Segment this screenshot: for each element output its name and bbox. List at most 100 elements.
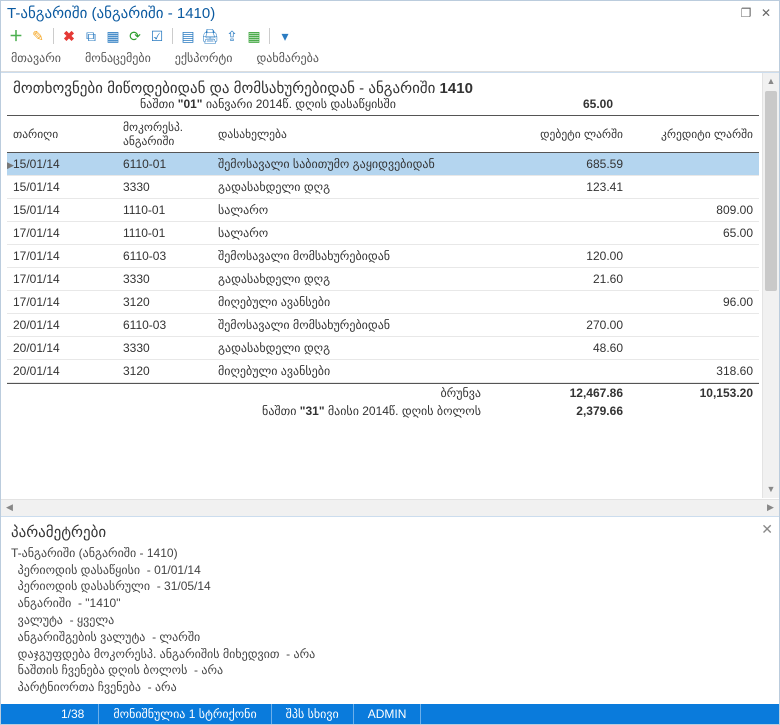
cell-credit xyxy=(629,314,759,337)
cell-acc: 3330 xyxy=(117,176,212,199)
param-line: ვალუტა - ყველა xyxy=(11,612,769,629)
col-credit[interactable]: კრედიტი ლარში xyxy=(629,116,759,153)
table-row[interactable]: 15/01/143330გადასახდელი დღგ123.41 xyxy=(7,176,759,199)
col-debit[interactable]: დებეტი ლარში xyxy=(499,116,629,153)
cell-desc: შემოსავალი მომსახურებიდან xyxy=(212,314,499,337)
edit-icon[interactable]: ✎ xyxy=(29,27,47,45)
param-line: პერიოდის დასაწყისი - 01/01/14 xyxy=(11,562,769,579)
table-row[interactable]: ▶15/01/146110-01შემოსავალი საბითუმო გაყი… xyxy=(7,153,759,176)
cell-credit: 318.60 xyxy=(629,360,759,383)
toolbar-sep xyxy=(269,28,270,44)
excel-icon[interactable]: ▦ xyxy=(245,27,263,45)
cell-desc: მიღებული ავანსები xyxy=(212,291,499,314)
delete-icon[interactable]: ✖ xyxy=(60,27,78,45)
turnover-credit: 10,153.20 xyxy=(623,386,753,400)
cell-credit xyxy=(629,176,759,199)
cell-debit xyxy=(499,360,629,383)
report-icon[interactable]: ▤ xyxy=(179,27,197,45)
turnover-debit: 12,467.86 xyxy=(493,386,623,400)
col-account[interactable]: მოკორესპ. ანგარიში xyxy=(117,116,212,153)
cell-acc: 1110-01 xyxy=(117,222,212,245)
cell-debit xyxy=(499,199,629,222)
cell-date: 20/01/14 xyxy=(7,314,117,337)
dropdown-icon[interactable]: ▾ xyxy=(276,27,294,45)
cell-credit xyxy=(629,337,759,360)
table-row[interactable]: 17/01/143120მიღებული ავანსები96.00 xyxy=(7,291,759,314)
menu-export[interactable]: ექსპორტი xyxy=(175,51,233,65)
scroll-left-icon[interactable]: ◀ xyxy=(1,502,18,513)
vertical-scrollbar[interactable]: ▲ ▼ xyxy=(762,73,779,498)
ledger-table: თარიღი მოკორესპ. ანგარიში დასახელება დებ… xyxy=(7,115,759,383)
opening-date: "01" xyxy=(178,97,203,111)
cell-date: 15/01/14 xyxy=(7,176,117,199)
report-pane: მოთხოვნები მიწოდებიდან და მომსახურებიდან… xyxy=(1,73,779,516)
cell-acc: 6110-03 xyxy=(117,314,212,337)
table-row[interactable]: 20/01/143330გადასახდელი დღგ48.60 xyxy=(7,337,759,360)
add-icon[interactable]: ＋ xyxy=(7,27,25,45)
menu-help[interactable]: დახმარება xyxy=(256,51,319,65)
table-row[interactable]: 17/01/143330გადასახდელი დღგ21.60 xyxy=(7,268,759,291)
close-icon[interactable]: ✕ xyxy=(759,6,773,20)
table-row[interactable]: 17/01/146110-03შემოსავალი მომსახურებიდან… xyxy=(7,245,759,268)
table-row[interactable]: 15/01/141110-01სალარო809.00 xyxy=(7,199,759,222)
cell-credit xyxy=(629,153,759,176)
cell-desc: გადასახდელი დღგ xyxy=(212,268,499,291)
status-position: 1/38 xyxy=(1,704,99,724)
cell-date: 15/01/14 xyxy=(7,199,117,222)
close-params-icon[interactable]: ✕ xyxy=(761,521,773,538)
statusbar: 1/38 მონიშნულია 1 სტრიქონი შპს სხივი ADM… xyxy=(1,704,779,724)
table-row[interactable]: 20/01/143120მიღებული ავანსები318.60 xyxy=(7,360,759,383)
cell-desc: სალარო xyxy=(212,199,499,222)
totals-block: ბრუნვა 12,467.86 10,153.20 ნაშთი "31" მა… xyxy=(7,383,759,420)
cell-credit xyxy=(629,268,759,291)
cell-date: 20/01/14 xyxy=(7,337,117,360)
cell-desc: შემოსავალი მომსახურებიდან xyxy=(212,245,499,268)
cell-date: ▶15/01/14 xyxy=(7,153,117,176)
restore-icon[interactable]: ❐ xyxy=(739,6,753,20)
param-line: ნაშთის ჩვენება დღის ბოლოს - არა xyxy=(11,662,769,679)
opening-value: 65.00 xyxy=(523,97,623,111)
menu-data[interactable]: მონაცემები xyxy=(85,51,151,65)
menu-main[interactable]: მთავარი xyxy=(11,51,61,65)
report-title-account: 1410 xyxy=(440,80,473,97)
scroll-up-icon[interactable]: ▲ xyxy=(763,73,779,90)
opening-label-pre: ნაშთი xyxy=(140,97,178,111)
content-area: მოთხოვნები მიწოდებიდან და მომსახურებიდან… xyxy=(1,72,779,704)
cell-date: 17/01/14 xyxy=(7,268,117,291)
cell-debit: 123.41 xyxy=(499,176,629,199)
cell-debit xyxy=(499,222,629,245)
closing-value: 2,379.66 xyxy=(493,404,623,418)
copy-icon[interactable]: ⧉ xyxy=(82,27,100,45)
table-row[interactable]: 17/01/141110-01სალარო 65.00 xyxy=(7,222,759,245)
export-icon[interactable]: ⇪ xyxy=(223,27,241,45)
scroll-thumb[interactable] xyxy=(765,91,777,291)
param-line: პერიოდის დასასრული - 31/05/14 xyxy=(11,578,769,595)
scroll-right-icon[interactable]: ▶ xyxy=(762,502,779,513)
cell-desc: გადასახდელი დღგ xyxy=(212,337,499,360)
cell-acc: 3120 xyxy=(117,291,212,314)
table-row[interactable]: 20/01/146110-03შემოსავალი მომსახურებიდან… xyxy=(7,314,759,337)
refresh-icon[interactable]: ⟳ xyxy=(126,27,144,45)
horizontal-scrollbar[interactable]: ◀ ▶ xyxy=(1,499,779,516)
cell-debit xyxy=(499,291,629,314)
cell-credit xyxy=(629,245,759,268)
closing-label-post: მაისი 2014წ. დღის ბოლოს xyxy=(325,404,481,418)
cell-debit: 685.59 xyxy=(499,153,629,176)
window-title: T-ანგარიში (ანგარიში - 1410) xyxy=(7,4,733,22)
col-date[interactable]: თარიღი xyxy=(7,116,117,153)
row-indicator-icon: ▶ xyxy=(7,160,14,171)
scroll-down-icon[interactable]: ▼ xyxy=(763,481,779,498)
col-desc[interactable]: დასახელება xyxy=(212,116,499,153)
parameters-heading: პარამეტრები xyxy=(11,523,769,541)
checklist-icon[interactable]: ☑ xyxy=(148,27,166,45)
cell-debit: 120.00 xyxy=(499,245,629,268)
cell-credit: 65.00 xyxy=(629,222,759,245)
cell-date: 17/01/14 xyxy=(7,245,117,268)
cell-date: 17/01/14 xyxy=(7,222,117,245)
print-icon[interactable]: 🖨 xyxy=(201,27,219,45)
status-selection: მონიშნულია 1 სტრიქონი xyxy=(99,704,271,724)
closing-label-pre: ნაშთი xyxy=(262,404,300,418)
report-title-text: მოთხოვნები მიწოდებიდან და მომსახურებიდან… xyxy=(13,80,440,97)
cell-desc: სალარო xyxy=(212,222,499,245)
grid-icon[interactable]: ▦ xyxy=(104,27,122,45)
